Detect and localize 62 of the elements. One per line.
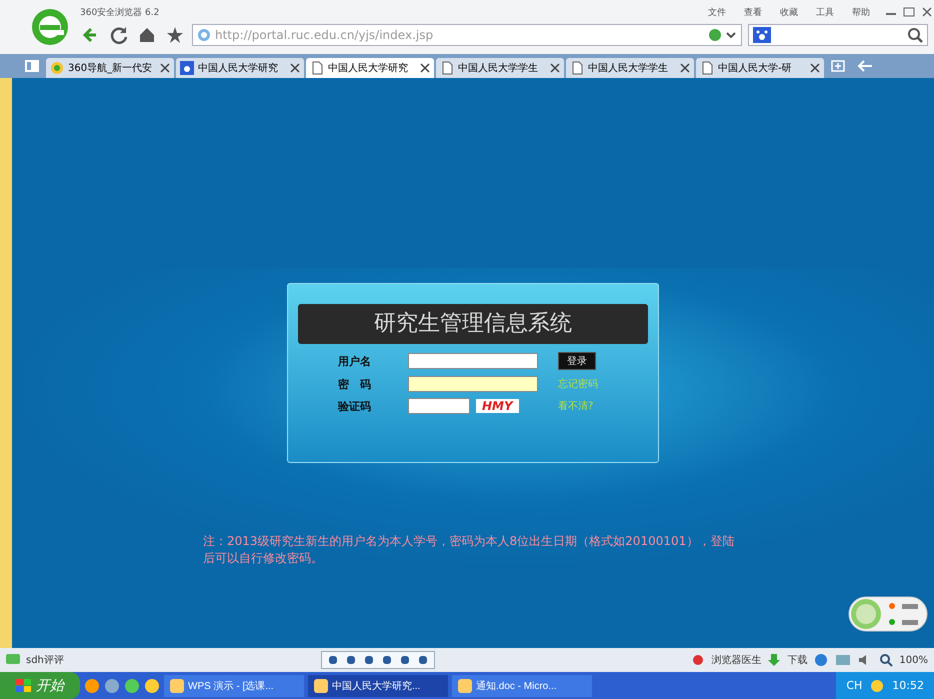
close-icon[interactable] [920, 7, 934, 17]
tab-label: 360导航_新一代安 [68, 62, 154, 75]
taskbar-button[interactable]: WPS 演示 - [选课... [164, 674, 304, 696]
password-field[interactable] [408, 376, 538, 392]
password-label: 密 码 [338, 376, 372, 392]
menu-item[interactable]: 收藏 [780, 6, 798, 18]
taskbar-button[interactable]: 中国人民大学研究... [308, 674, 448, 696]
menu-item[interactable]: 查看 [744, 6, 762, 18]
browser-tab[interactable]: 中国人民大学研究 [306, 58, 434, 78]
username-label: 用户名 [338, 354, 372, 368]
window-title: 360安全浏览器 6.2 [80, 6, 160, 18]
paw-icon[interactable] [753, 27, 771, 43]
close-icon[interactable] [160, 63, 170, 73]
maximize-icon[interactable] [902, 7, 916, 17]
paw-icon[interactable] [180, 61, 194, 75]
new-tab-icon[interactable] [830, 59, 846, 73]
search-icon[interactable] [907, 27, 923, 43]
browser-tab[interactable]: 中国人民大学-研 [696, 58, 824, 78]
browser-logo-icon[interactable] [30, 7, 70, 47]
clock: 10:52 [892, 679, 924, 692]
close-icon[interactable] [420, 63, 430, 73]
start-button[interactable]: 开始 [0, 672, 80, 699]
sidebar-toggle-icon[interactable] [24, 59, 40, 73]
search-field[interactable] [748, 24, 928, 46]
menu-item[interactable]: 帮助 [852, 6, 870, 18]
speed-widget-icon[interactable] [848, 596, 928, 632]
page-icon[interactable] [700, 61, 714, 75]
download-link[interactable]: 下载 [787, 653, 808, 667]
browser-tab[interactable]: 中国人民大学学生 [436, 58, 564, 78]
login-button[interactable]: 登录 [558, 352, 596, 370]
tab-label: 中国人民大学研究 [198, 62, 279, 75]
tab-label: 中国人民大学研究 [328, 62, 409, 75]
page-icon[interactable] [440, 61, 454, 75]
url-text: http://portal.ruc.edu.cn/yjs/index.jsp [215, 28, 434, 42]
tab-label: 中国人民大学学生 [458, 62, 539, 75]
status-text: sdh评评 [26, 654, 64, 667]
browser-tab[interactable]: 中国人民大学学生 [566, 58, 694, 78]
page-icon[interactable] [310, 61, 324, 75]
browser-doctor-link[interactable]: 浏览器医生 [711, 653, 762, 667]
close-icon[interactable] [680, 63, 690, 73]
windows-logo-icon[interactable] [16, 678, 32, 692]
browser-tab[interactable]: 中国人民大学研究 [176, 58, 304, 78]
close-icon[interactable] [810, 63, 820, 73]
notice-text: 注：2013级研究生新生的用户名为本人学号，密码为本人8位出生日期（格式如20100101），登陆后可以自行修改密码。 [203, 533, 736, 567]
zoom-level[interactable]: 100% [899, 654, 928, 666]
page-icon[interactable] [570, 61, 584, 75]
menu-item[interactable]: 文件 [708, 6, 726, 18]
menu-item[interactable]: 工具 [816, 6, 834, 18]
zoom-icon[interactable] [879, 653, 894, 667]
close-icon[interactable] [290, 63, 300, 73]
username-field[interactable] [408, 353, 538, 369]
browser-tab[interactable]: 360导航_新一代安 [46, 58, 174, 78]
undo-arrow-icon[interactable] [856, 59, 874, 73]
captcha-image: HMY [476, 399, 519, 413]
tab-label: 中国人民大学-研 [718, 62, 793, 75]
download-arrow-icon[interactable] [767, 653, 782, 667]
tab-label: 中国人民大学学生 [588, 62, 669, 75]
taskbar-button[interactable]: 通知.doc - Micro... [452, 674, 592, 696]
captcha-field[interactable] [408, 398, 470, 414]
system-title: 研究生管理信息系统 [298, 304, 648, 344]
captcha-label: 验证码 [338, 398, 372, 414]
close-icon[interactable] [550, 63, 560, 73]
